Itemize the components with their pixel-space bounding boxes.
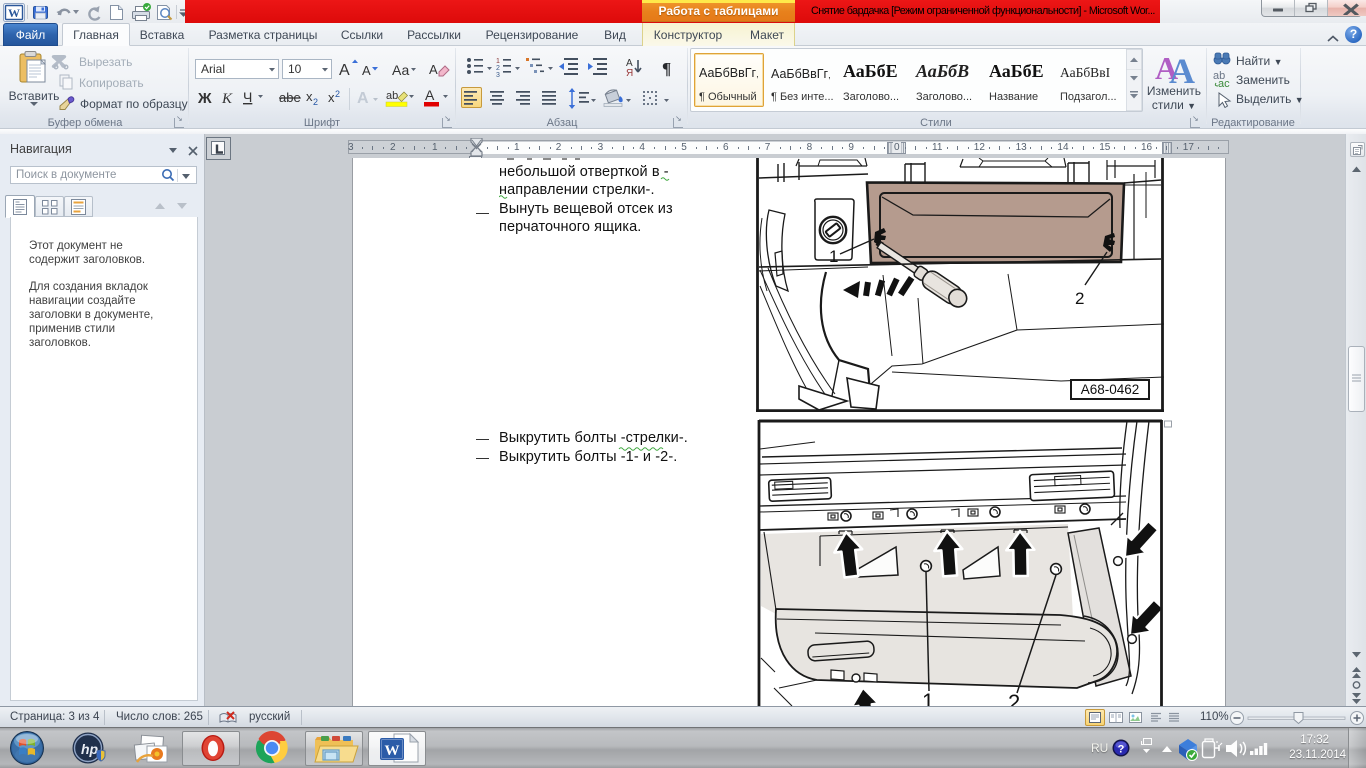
svg-text:А: А <box>339 62 350 79</box>
svg-text:А: А <box>357 90 369 107</box>
svg-text:?: ? <box>1118 744 1125 756</box>
svg-text:¶: ¶ <box>662 59 671 78</box>
svg-text:2: 2 <box>496 65 500 72</box>
svg-text:1: 1 <box>922 689 934 706</box>
svg-text:3: 3 <box>496 72 500 79</box>
svg-text:2: 2 <box>1075 289 1084 308</box>
svg-text:А: А <box>429 62 438 77</box>
svg-text:A68-0462: A68-0462 <box>1081 382 1140 397</box>
svg-text:A: A <box>1169 51 1195 84</box>
svg-text:hp: hp <box>81 741 99 757</box>
svg-text:2: 2 <box>335 89 340 99</box>
svg-text:х: х <box>328 90 335 105</box>
svg-text:W: W <box>8 6 20 20</box>
svg-text:2: 2 <box>1008 690 1020 706</box>
svg-text:А: А <box>425 87 435 103</box>
svg-text:К: К <box>221 91 233 107</box>
svg-text:ac: ac <box>1218 78 1230 90</box>
svg-text:2: 2 <box>313 97 318 107</box>
svg-text:abe: abe <box>279 90 301 105</box>
svg-text:1: 1 <box>496 58 500 65</box>
svg-text:х: х <box>306 89 313 104</box>
svg-text:Я: Я <box>626 68 633 79</box>
svg-text:ab: ab <box>386 90 398 102</box>
svg-text:W: W <box>385 743 400 759</box>
svg-text:Ж: Ж <box>197 90 212 107</box>
svg-text:Ч: Ч <box>243 89 252 105</box>
svg-text:А: А <box>362 63 371 78</box>
svg-text:Аа: Аа <box>392 62 409 78</box>
